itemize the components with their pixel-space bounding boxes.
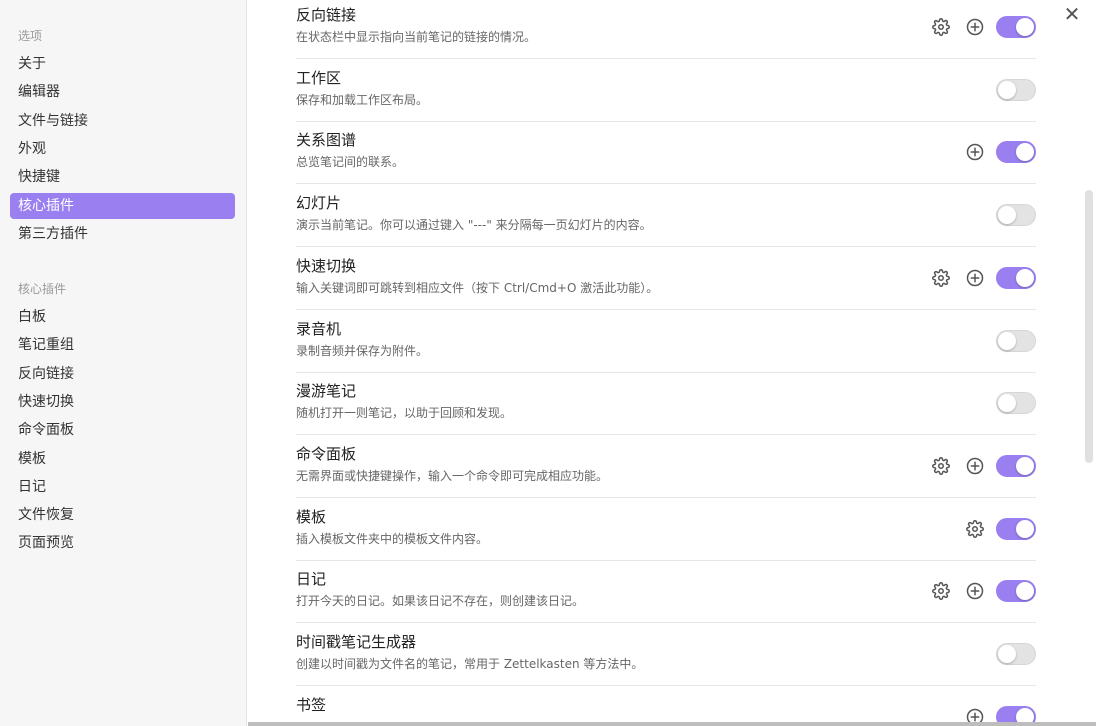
gear-icon[interactable]	[931, 581, 951, 601]
sidebar-item-plugin[interactable]: 命令面板	[10, 417, 235, 443]
plugin-description: 创建以时间戳为文件名的笔记，常用于 Zettelkasten 等方法中。	[296, 657, 644, 671]
toggle-knob	[998, 80, 1016, 99]
plugin-name: 命令面板	[296, 444, 357, 463]
sidebar-item-option[interactable]: 快捷键	[10, 164, 235, 190]
toggle-knob	[1016, 18, 1034, 36]
bottom-border	[248, 722, 1096, 726]
sidebar-heading-options: 选项	[18, 29, 43, 43]
plugin-row: 日记打开今天的日记。如果该日记不存在，则创建该日记。	[296, 560, 1036, 624]
plugin-row: 幻灯片演示当前笔记。你可以通过键入 "---" 来分隔每一页幻灯片的内容。	[296, 184, 1036, 248]
plugin-toggle[interactable]	[996, 580, 1036, 603]
gear-icon[interactable]	[931, 17, 951, 37]
toggle-knob	[1016, 519, 1034, 538]
plugin-name: 幻灯片	[296, 194, 342, 213]
sidebar-item-plugin[interactable]: 文件恢复	[10, 502, 235, 528]
plus-circle-icon[interactable]	[965, 268, 985, 288]
plugin-toggle[interactable]	[996, 16, 1036, 38]
gear-icon[interactable]	[931, 456, 951, 476]
plugin-name: 工作区	[296, 68, 342, 87]
sidebar-item-option[interactable]: 编辑器	[10, 79, 235, 105]
plugin-name: 漫游笔记	[296, 382, 357, 401]
plugin-row: 反向链接在状态栏中显示指向当前笔记的链接的情况。	[296, 0, 1036, 59]
sidebar-item-plugin[interactable]: 笔记重组	[10, 332, 235, 358]
plugin-toggle[interactable]	[996, 329, 1036, 352]
sidebar-item-plugin[interactable]: 日记	[10, 474, 235, 500]
plugin-description: 随机打开一则笔记，以助于回顾和发现。	[296, 406, 513, 421]
plugin-name: 书签	[296, 695, 327, 714]
toggle-knob	[1016, 268, 1034, 287]
plugin-name: 反向链接	[296, 6, 357, 24]
sidebar-item-plugin[interactable]: 反向链接	[10, 361, 235, 387]
plus-circle-icon[interactable]	[965, 456, 985, 476]
toggle-knob	[998, 645, 1016, 663]
sidebar-item-plugin[interactable]: 快速切换	[10, 389, 235, 415]
plugin-name: 快速切换	[296, 256, 357, 275]
sidebar-item-option[interactable]: 外观	[10, 136, 235, 162]
toggle-knob	[998, 331, 1016, 350]
plugin-description: 插入模板文件夹中的模板文件内容。	[296, 531, 489, 546]
sidebar-item-option[interactable]: 关于	[10, 51, 235, 77]
plugin-description: 演示当前笔记。你可以通过键入 "---" 来分隔每一页幻灯片的内容。	[296, 218, 652, 233]
plugin-description: 输入关键词即可跳转到相应文件（按下 Ctrl/Cmd+O 激活此功能）。	[296, 280, 659, 295]
sidebar-item-plugin[interactable]: 白板	[10, 304, 235, 330]
plugin-row: 模板插入模板文件夹中的模板文件内容。	[296, 498, 1036, 561]
plugin-description: 在状态栏中显示指向当前笔记的链接的情况。	[296, 30, 537, 44]
plugin-toggle[interactable]	[996, 141, 1036, 164]
sidebar-item-option[interactable]: 第三方插件	[10, 221, 235, 247]
toggle-knob	[998, 394, 1016, 413]
plugin-toggle[interactable]	[996, 517, 1036, 540]
gear-icon[interactable]	[965, 519, 985, 539]
sidebar-item-option[interactable]: 文件与链接	[10, 108, 235, 134]
plugin-toggle[interactable]	[996, 266, 1036, 289]
plugin-row: 工作区保存和加载工作区布局。	[296, 59, 1036, 122]
settings-sidebar: 选项 关于 编辑器 文件与链接 外观 快捷键 核心插件 第三方插件 核心插件 白板 笔记重组反…	[0, 0, 247, 726]
plugin-row: 时间戳笔记生成器创建以时间戳为文件名的笔记，常用于 Zettelkasten 等…	[296, 623, 1036, 686]
plugin-name: 关系图谱	[296, 131, 357, 150]
sidebar-item-plugin[interactable]: 模板	[10, 446, 235, 472]
plugin-row: 漫游笔记随机打开一则笔记，以助于回顾和发现。	[296, 372, 1036, 436]
plugin-toggle[interactable]	[996, 643, 1036, 665]
toggle-knob	[1016, 456, 1034, 475]
gear-icon[interactable]	[931, 268, 951, 288]
plugin-toggle[interactable]	[996, 78, 1036, 101]
plugin-name: 模板	[296, 507, 327, 526]
plugin-row: 书签	[296, 686, 1036, 726]
plus-circle-icon[interactable]	[965, 142, 985, 162]
toggle-knob	[998, 206, 1016, 225]
plugin-toggle[interactable]	[996, 204, 1036, 227]
settings-content: 反向链接在状态栏中显示指向当前笔记的链接的情况。工作区保存和加载工作区布局。关系…	[248, 0, 1096, 726]
plugin-description: 无需界面或快捷键操作，输入一个命令即可完成相应功能。	[296, 468, 609, 483]
plugin-description: 录制音频并保存为附件。	[296, 343, 429, 358]
sidebar-item-option[interactable]: 核心插件	[10, 192, 235, 219]
plugin-description: 保存和加载工作区布局。	[296, 92, 429, 107]
close-icon[interactable]: ✕	[1062, 4, 1082, 24]
toggle-knob	[1016, 143, 1034, 162]
plugin-row: 快速切换输入关键词即可跳转到相应文件（按下 Ctrl/Cmd+O 激活此功能）。	[296, 247, 1036, 310]
toggle-knob	[1016, 582, 1034, 601]
plugin-description: 总览笔记间的联系。	[296, 155, 405, 170]
plugin-row: 录音机录制音频并保存为附件。	[296, 310, 1036, 373]
plus-circle-icon[interactable]	[965, 17, 985, 37]
plugin-name: 时间戳笔记生成器	[296, 633, 417, 651]
plugin-row: 命令面板无需界面或快捷键操作，输入一个命令即可完成相应功能。	[296, 435, 1036, 498]
plugin-name: 录音机	[296, 319, 342, 338]
scrollbar[interactable]	[1085, 190, 1093, 463]
plugin-name: 日记	[296, 570, 327, 589]
plugin-description: 打开今天的日记。如果该日记不存在，则创建该日记。	[296, 594, 585, 609]
plugin-toggle[interactable]	[996, 392, 1036, 415]
sidebar-item-plugin[interactable]: 页面预览	[10, 530, 235, 556]
plus-circle-icon[interactable]	[965, 581, 985, 601]
plugin-row: 关系图谱总览笔记间的联系。	[296, 121, 1036, 185]
plugin-toggle[interactable]	[996, 454, 1036, 477]
sidebar-heading-core-plugins: 核心插件	[18, 282, 67, 296]
